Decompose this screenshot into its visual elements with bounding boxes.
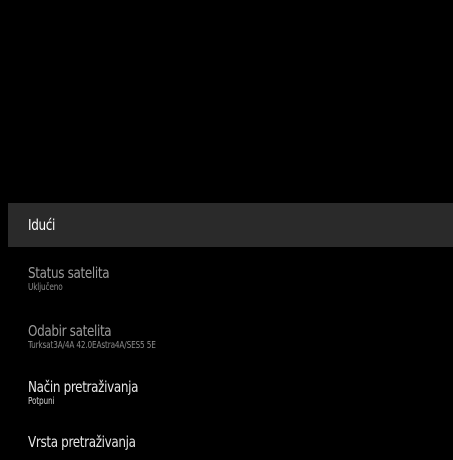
menu-item-next-label: Idući xyxy=(28,216,55,234)
menu-item-satellite-selection-label: Odabir satelita xyxy=(28,322,112,340)
menu-item-search-type-label: Vrsta pretraživanja xyxy=(28,433,136,451)
menu-item-satellite-selection-value: Turksat3A/4A 42.0EAstra4A/SES5 5E xyxy=(28,340,156,351)
satellite-settings-menu: Idući Status satelita Uključeno Odabir s… xyxy=(8,203,453,451)
menu-item-satellite-status-value: Uključeno xyxy=(28,282,63,293)
menu-item-next[interactable]: Idući xyxy=(8,203,453,247)
menu-item-search-mode-label: Način pretraživanja xyxy=(28,378,139,396)
menu-item-satellite-selection[interactable]: Odabir satelita Turksat3A/4A 42.0EAstra4… xyxy=(8,322,453,351)
menu-item-search-mode-value: Potpuni xyxy=(28,396,55,407)
menu-item-search-type[interactable]: Vrsta pretraživanja xyxy=(8,433,453,451)
menu-item-search-mode[interactable]: Način pretraživanja Potpuni xyxy=(8,378,453,407)
menu-item-satellite-status-label: Status satelita xyxy=(28,264,110,282)
menu-item-satellite-status[interactable]: Status satelita Uključeno xyxy=(8,264,453,293)
tv-screen: Idući Status satelita Uključeno Odabir s… xyxy=(8,8,453,460)
